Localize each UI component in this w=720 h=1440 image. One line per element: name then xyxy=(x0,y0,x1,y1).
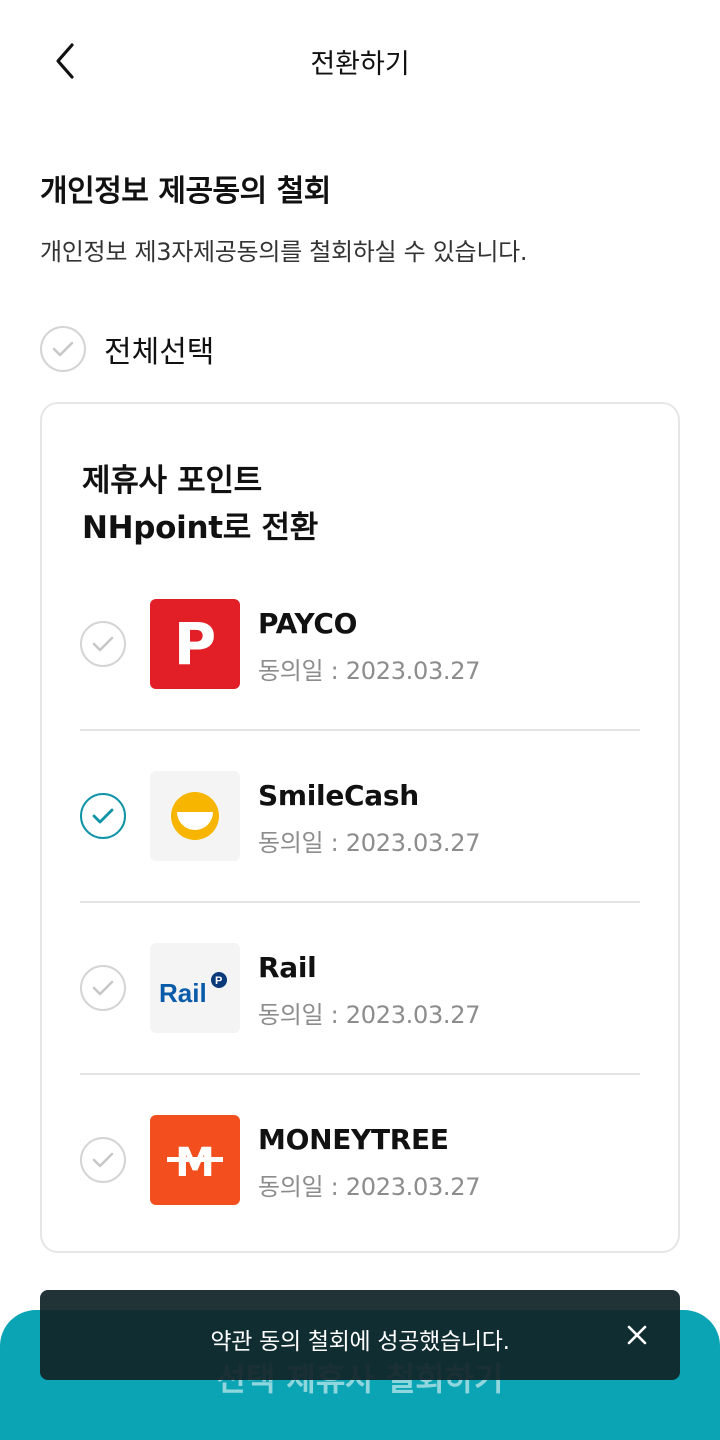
check-icon[interactable] xyxy=(80,965,126,1011)
toast-text: 약관 동의 철회에 성공했습니다. xyxy=(210,1329,510,1355)
partner-row-rail[interactable]: Rail P Rail 동의일 : 2023.03.27 xyxy=(80,943,640,1115)
partner-name: MONEYTREE xyxy=(258,1123,449,1156)
section-description: 개인정보 제3자제공동의를 철회하실 수 있습니다. xyxy=(40,238,528,266)
partner-card: 제휴사 포인트 NHpoint로 전환 P PAYCO 동의일 : 2023.0… xyxy=(40,402,680,1253)
moneytree-logo-text: M xyxy=(175,1140,215,1182)
partner-row-smilecash[interactable]: SmileCash 동의일 : 2023.03.27 xyxy=(80,771,640,943)
section-title: 개인정보 제공동의 철회 xyxy=(40,174,331,209)
check-icon[interactable] xyxy=(80,793,126,839)
partner-date: 동의일 : 2023.03.27 xyxy=(258,657,481,685)
partner-date: 동의일 : 2023.03.27 xyxy=(258,1001,481,1029)
select-all-check-icon xyxy=(40,326,86,372)
screen: 전환하기 개인정보 제공동의 철회 개인정보 제3자제공동의를 철회하실 수 있… xyxy=(0,0,720,1440)
rail-logo-icon: Rail P xyxy=(150,943,240,1033)
close-icon[interactable] xyxy=(622,1320,652,1350)
svg-text:P: P xyxy=(215,975,222,987)
partner-name: SmileCash xyxy=(258,779,419,812)
partner-name: Rail xyxy=(258,951,317,984)
toast-message: 약관 동의 철회에 성공했습니다. xyxy=(40,1290,680,1380)
partner-date: 동의일 : 2023.03.27 xyxy=(258,1173,481,1201)
partner-row-moneytree[interactable]: M MONEYTREE 동의일 : 2023.03.27 xyxy=(80,1115,640,1287)
payco-logo-text: P xyxy=(173,610,217,678)
partner-date: 동의일 : 2023.03.27 xyxy=(258,829,481,857)
moneytree-logo-icon: M xyxy=(150,1115,240,1205)
check-icon[interactable] xyxy=(80,621,126,667)
check-icon[interactable] xyxy=(80,1137,126,1183)
divider xyxy=(80,729,640,731)
card-title: 제휴사 포인트 NHpoint로 전환 xyxy=(82,458,318,552)
partner-name: PAYCO xyxy=(258,607,358,640)
divider xyxy=(80,1073,640,1075)
divider xyxy=(80,901,640,903)
card-title-line1: 제휴사 포인트 xyxy=(82,463,262,499)
header: 전환하기 xyxy=(0,0,720,120)
page-title: 전환하기 xyxy=(310,49,410,80)
card-title-line2: NHpoint로 전환 xyxy=(82,510,318,546)
partner-row-payco[interactable]: P PAYCO 동의일 : 2023.03.27 xyxy=(80,599,640,771)
payco-logo-icon: P xyxy=(150,599,240,689)
rail-logo-text: Rail xyxy=(159,978,207,1008)
smilecash-logo-icon xyxy=(150,771,240,861)
select-all-label: 전체선택 xyxy=(104,335,215,370)
select-all-checkbox[interactable]: 전체선택 xyxy=(40,326,214,372)
